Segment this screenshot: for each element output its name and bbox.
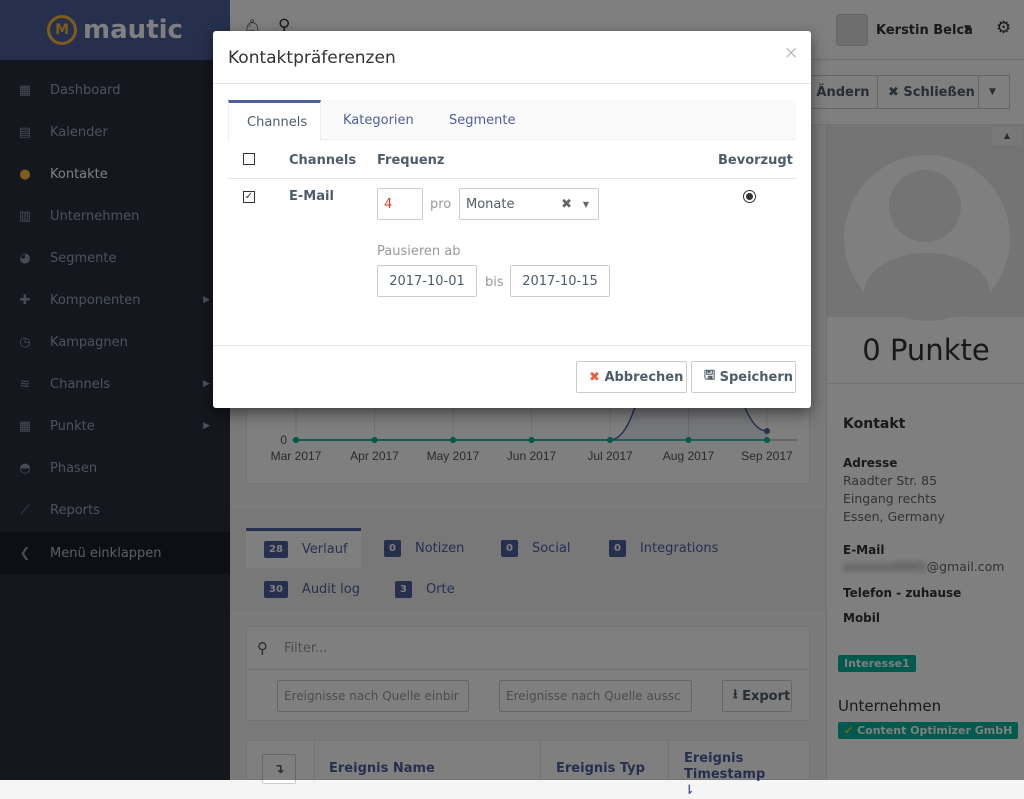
- modal-title: Kontaktpräferenzen: [228, 48, 396, 68]
- select-all-checkbox[interactable]: [243, 153, 255, 165]
- column-preferred: Bevorzugt: [718, 153, 793, 168]
- pause-to-input[interactable]: 2017-10-15: [510, 265, 610, 297]
- cancel-label: Abbrechen: [604, 369, 684, 385]
- save-label: Speichern: [719, 369, 793, 385]
- tab-segments[interactable]: Segmente: [431, 100, 534, 140]
- channel-name: E-Mail: [289, 189, 334, 204]
- modal-tabs: Channels Kategorien Segmente: [228, 100, 796, 141]
- save-button[interactable]: 🖫 Speichern: [691, 361, 796, 393]
- tab-channels[interactable]: Channels: [228, 100, 321, 141]
- column-frequency: Frequenz: [377, 153, 445, 168]
- email-channel-checkbox[interactable]: ✓: [243, 191, 255, 203]
- per-label: pro: [430, 197, 452, 212]
- save-icon: 🖫: [704, 368, 716, 383]
- caret-down-icon: ▼: [582, 199, 589, 209]
- clear-icon[interactable]: ✖: [561, 197, 572, 212]
- pause-from-input[interactable]: 2017-10-01: [377, 265, 477, 297]
- times-icon: ✖: [589, 369, 600, 385]
- pause-label: Pausieren ab: [377, 244, 461, 259]
- until-label: bis: [485, 275, 504, 290]
- frequency-unit-value: Monate: [466, 196, 515, 212]
- contact-preferences-modal: Kontaktpräferenzen × Channels Kategorien…: [213, 31, 811, 408]
- tab-categories[interactable]: Kategorien: [325, 100, 432, 140]
- cancel-button[interactable]: ✖ Abbrechen: [576, 361, 687, 393]
- frequency-number-input[interactable]: 4: [377, 188, 423, 220]
- close-icon[interactable]: ×: [784, 43, 798, 63]
- column-channels: Channels: [289, 153, 357, 168]
- frequency-unit-select[interactable]: Monate ✖ ▼: [459, 188, 599, 220]
- preferred-radio[interactable]: [743, 190, 756, 203]
